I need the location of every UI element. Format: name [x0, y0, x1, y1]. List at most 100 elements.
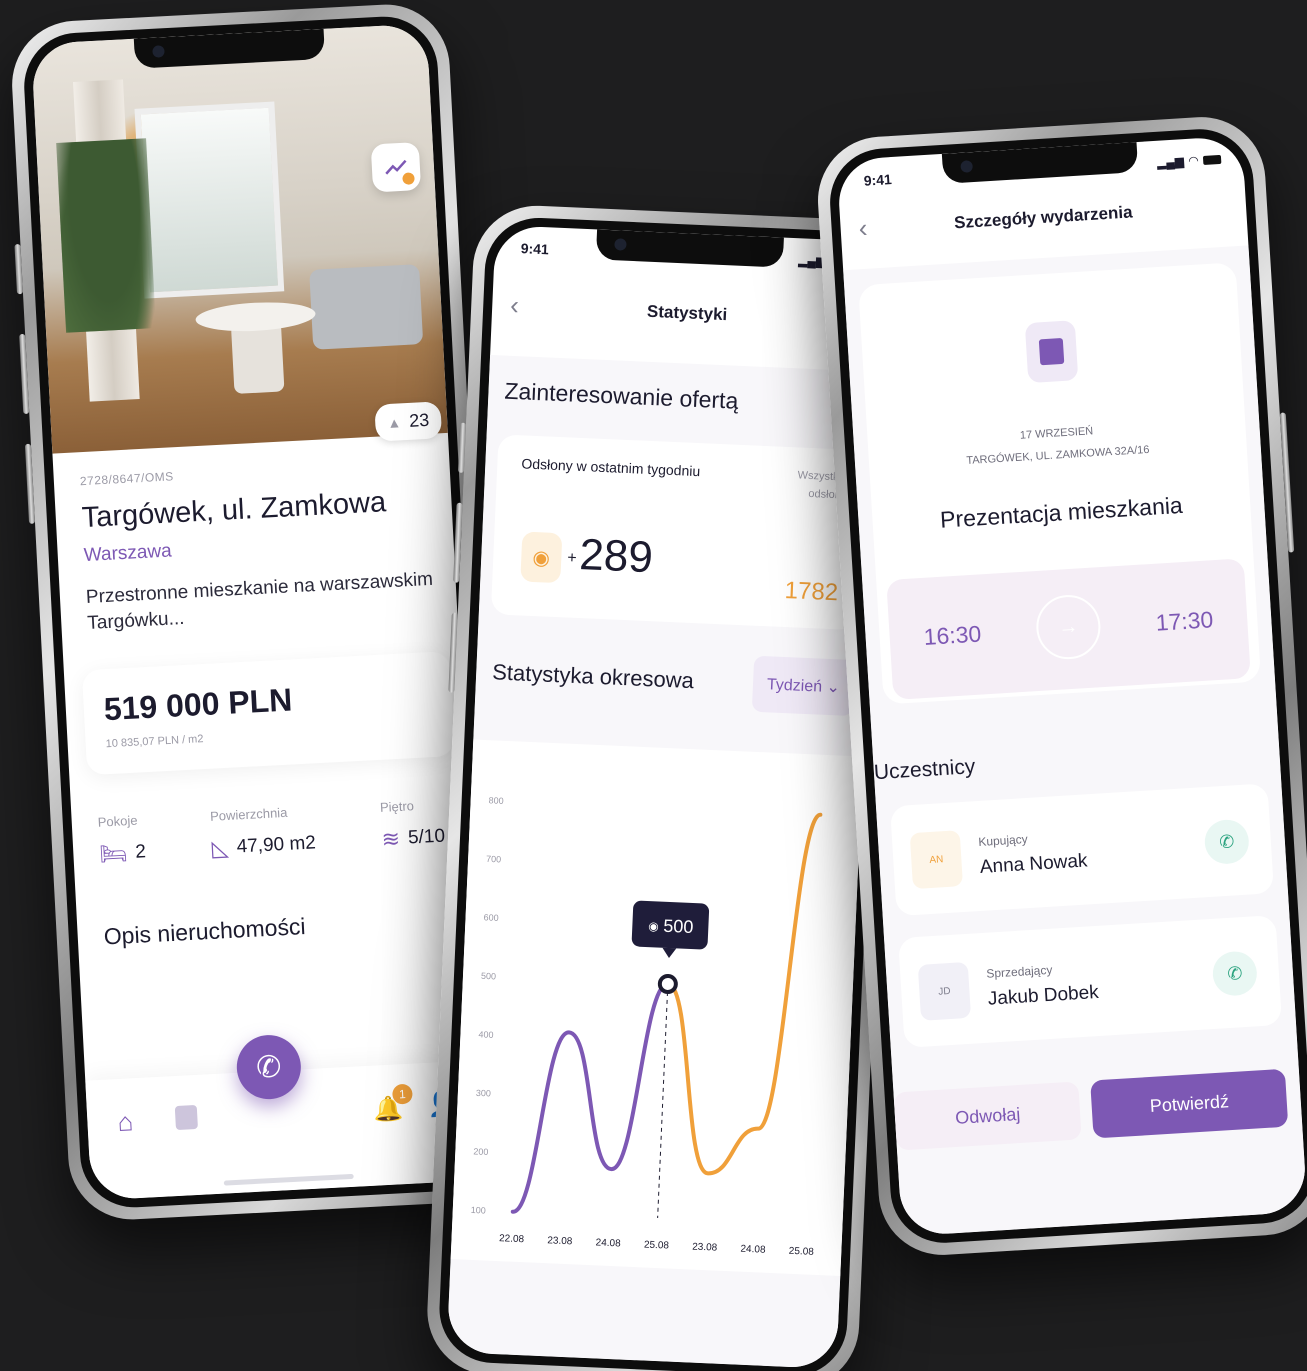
mute-switch — [457, 422, 467, 473]
wifi-icon: ◠ — [1188, 153, 1199, 168]
x-tick-label: 23.08 — [692, 1242, 718, 1254]
series-line — [665, 812, 823, 1176]
property-specs: Pokoje 🛏 2 Powierzchnia ◺ 47,90 m2 Piętro … — [97, 797, 451, 868]
x-tick-label: 24.08 — [740, 1244, 766, 1256]
participants-heading: Uczestnicy — [873, 755, 976, 785]
battery-icon — [1202, 154, 1222, 165]
avatar: JD — [917, 961, 972, 1021]
confirm-button[interactable]: Potwierdź — [1090, 1068, 1289, 1139]
x-tick-label: 25.08 — [789, 1246, 815, 1258]
y-tick-label: 100 — [471, 1205, 486, 1216]
eye-icon: ◉ — [520, 531, 563, 584]
power-button — [1279, 412, 1295, 553]
clock: 9:41 — [863, 171, 893, 189]
listing-description: Przestronne mieszkanie na warszawskim Ta… — [85, 568, 434, 634]
highlight-point — [657, 973, 678, 994]
property-photo[interactable]: ▲ 23 — [30, 23, 448, 454]
y-tick-label: 800 — [488, 795, 503, 806]
participant-card[interactable]: AN Kupujący Anna Nowak ✆ — [890, 783, 1275, 917]
image-icon: ▲ — [386, 413, 402, 431]
cancel-button[interactable]: Odwołaj — [893, 1081, 1083, 1151]
y-tick-label: 200 — [473, 1146, 488, 1157]
ruler-icon: ◺ — [211, 835, 230, 862]
home-indicator — [223, 1173, 354, 1186]
spec-value: 2 — [134, 841, 147, 864]
event-title: Prezentacja mieszkania — [939, 491, 1184, 533]
call-button[interactable]: ✆ — [235, 1033, 303, 1101]
calendar-icon[interactable] — [174, 1104, 198, 1131]
listing-city: Warszawa — [83, 540, 173, 567]
bottom-nav: ⌂ ✆ 🔔 1 👤 — [85, 1033, 488, 1201]
description-heading: Opis nieruchomości — [103, 913, 307, 950]
spec-floor: Piętro ≋ 5/10 — [380, 797, 446, 853]
photo-count-badge[interactable]: ▲ 23 — [374, 401, 443, 442]
period-heading: Statystyka okresowa — [491, 659, 695, 694]
home-icon[interactable]: ⌂ — [117, 1106, 134, 1138]
x-tick-label: 25.08 — [644, 1239, 670, 1251]
phone-icon: ✆ — [1218, 830, 1235, 852]
volume-up-button — [19, 333, 30, 415]
screen-title: Szczegóły wydarzenia — [953, 202, 1134, 233]
plus-sign: + — [566, 549, 578, 567]
interest-heading: Zainteresowanie ofertą — [504, 377, 739, 414]
spec-area: Powierzchnia ◺ 47,90 m2 — [210, 804, 317, 862]
bed-icon: 🛏 — [98, 840, 129, 867]
views-card: Odsłony w ostatnim tygodniu Wszystkie od… — [490, 434, 865, 631]
y-tick-label: 300 — [476, 1088, 491, 1099]
call-participant-button[interactable]: ✆ — [1211, 950, 1259, 997]
arrow-right-icon: → — [1034, 593, 1103, 662]
participant-role: Kupujący — [977, 832, 1029, 849]
y-tick-label: 700 — [486, 854, 501, 865]
spec-label: Pokoje — [97, 812, 138, 830]
x-tick-label: 23.08 — [547, 1235, 573, 1247]
signal-icon: ▂▄▆ — [1156, 154, 1185, 170]
eye-icon: ◉ — [648, 919, 659, 933]
views-week-value: 289 — [578, 530, 654, 583]
x-tick-label: 24.08 — [595, 1237, 621, 1249]
line-chart: 100 200 300 400 500 600 700 800 22.08 23.08 24.08 2… — [471, 795, 823, 1258]
y-tick-label: 600 — [483, 912, 498, 923]
price: 519 000 PLN — [102, 681, 294, 728]
event-card: 17 WRZESIEŃ TARGÓWEK, UL. ZAMKOWA 32A/16… — [858, 262, 1262, 705]
y-tick-label: 500 — [481, 971, 496, 982]
highlight-guide — [657, 983, 669, 1219]
call-participant-button[interactable]: ✆ — [1203, 818, 1251, 866]
trend-button[interactable] — [370, 142, 422, 193]
event-screen: 9:41 ▂▄▆ ◠ ‹ Szczegóły wydarzenia 17 WRZE… — [836, 135, 1307, 1237]
listing-screen: ▲ 23 2728/8647/OMS Targówek, ul. Zamkowa… — [30, 23, 488, 1201]
clock: 9:41 — [520, 240, 550, 258]
participant-name: Jakub Dobek — [987, 981, 1100, 1010]
participant-card[interactable]: JD Sprzedający Jakub Dobek ✆ — [898, 915, 1283, 1048]
time-start: 16:30 — [922, 620, 982, 650]
volume-down-button — [24, 443, 36, 524]
y-tick-label: 400 — [478, 1029, 493, 1040]
notification-badge: 1 — [391, 1083, 413, 1105]
action-buttons: Odwołaj Potwierdź — [893, 1068, 1289, 1151]
participant-name: Anna Nowak — [979, 850, 1089, 878]
period-dropdown[interactable]: Tydzień ⌄ — [751, 655, 856, 717]
phone-listing: ▲ 23 2728/8647/OMS Targówek, ul. Zamkowa… — [8, 1, 510, 1223]
statistics-screen: 9:41 ▂▄▆◠ ‹ Statystyki Zainteresowanie o… — [446, 225, 886, 1369]
trend-dot — [402, 172, 415, 185]
x-tick-label: 22.08 — [499, 1233, 525, 1245]
tooltip-arrow — [662, 947, 677, 958]
phone-icon: ✆ — [255, 1049, 283, 1085]
spec-label: Powierzchnia — [209, 805, 288, 825]
chevron-down-icon: ⌄ — [826, 678, 841, 697]
participant-role: Sprzedający — [985, 962, 1053, 981]
avatar: AN — [909, 830, 964, 890]
price-card: 519 000 PLN 10 835,07 PLN / m2 — [81, 651, 455, 776]
views-all-value: 1782 — [784, 576, 839, 607]
spec-value: 5/10 — [407, 825, 446, 849]
layers-icon: ≋ — [381, 826, 401, 853]
spec-rooms: Pokoje 🛏 2 — [97, 813, 146, 868]
series-line — [510, 981, 670, 1214]
calendar-icon — [1024, 320, 1079, 384]
spec-value: 47,90 m2 — [236, 832, 317, 858]
spec-label: Piętro — [379, 798, 415, 816]
time-range: 16:30 → 17:30 — [886, 558, 1251, 700]
views-chart: 100 200 300 400 500 600 700 800 22.08 23.08 24.08 2… — [450, 739, 863, 1277]
listing-title: Targówek, ul. Zamkowa — [81, 486, 387, 535]
listing-ref: 2728/8647/OMS — [79, 469, 175, 489]
phone-event: 9:41 ▂▄▆ ◠ ‹ Szczegóły wydarzenia 17 WRZE… — [814, 113, 1307, 1259]
